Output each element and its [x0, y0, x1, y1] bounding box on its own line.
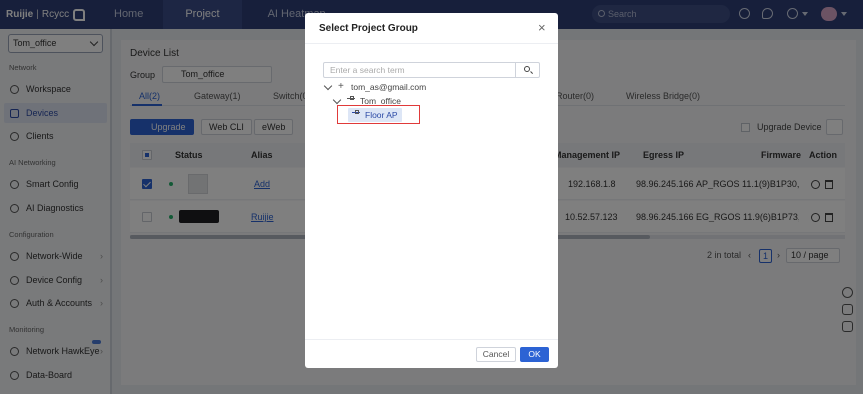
- tree-node-root[interactable]: tom_as@gmail.com: [323, 81, 427, 92]
- tree-node-label: tom_as@gmail.com: [351, 82, 427, 92]
- network-icon: [338, 81, 346, 92]
- dialog-search-button[interactable]: [515, 62, 540, 78]
- cancel-button[interactable]: Cancel: [476, 347, 516, 362]
- selection-highlight-box: [337, 105, 420, 124]
- dialog-title: Select Project Group: [319, 23, 418, 34]
- chevron-down-icon[interactable]: [332, 95, 342, 104]
- dialog-header-divider: [305, 43, 558, 44]
- chevron-down-icon[interactable]: [323, 81, 333, 90]
- dialog-footer-divider: [305, 339, 558, 340]
- ok-button[interactable]: OK: [520, 347, 549, 362]
- group-icon: [347, 95, 355, 105]
- dialog-search-input[interactable]: Enter a search term: [323, 62, 516, 78]
- search-icon-handle: [529, 71, 534, 75]
- close-icon[interactable]: ×: [538, 21, 546, 34]
- select-project-group-dialog: Select Project Group × Enter a search te…: [305, 13, 558, 368]
